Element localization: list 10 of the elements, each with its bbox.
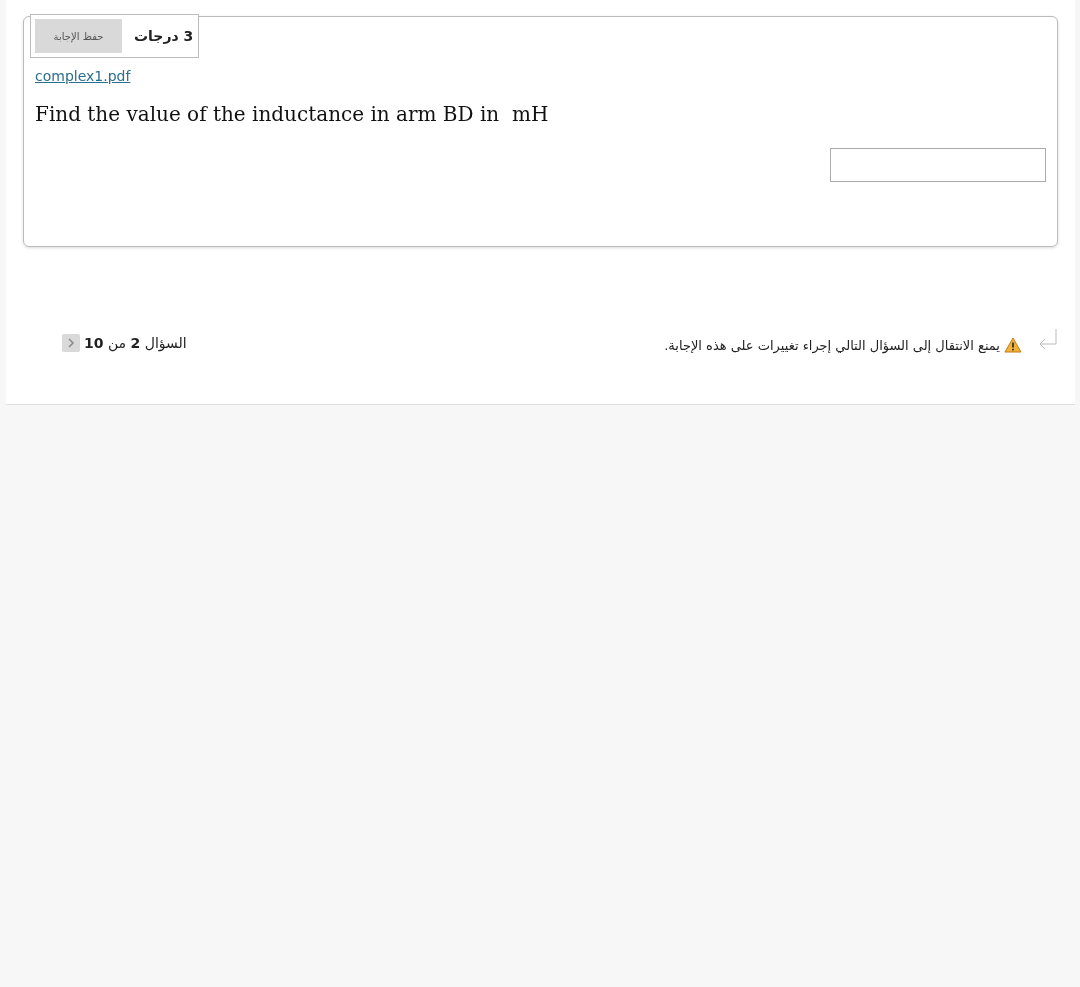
attachment-link[interactable]: complex1.pdf (35, 68, 131, 84)
save-answer-button[interactable]: حفظ الإجابة (35, 19, 122, 53)
points-label: 3 درجات (134, 28, 194, 44)
next-button[interactable] (62, 334, 80, 352)
warning-text: يمنع الانتقال إلى السؤال التالي إجراء تغييرات على هذه الإجابة. (664, 337, 1000, 353)
return-arrow-icon (1038, 328, 1058, 350)
chevron-right-icon (67, 338, 75, 348)
question-text: Find the value of the inductance in arm BD in mH (35, 102, 550, 126)
warning-icon (1004, 337, 1022, 353)
answer-field[interactable] (830, 148, 1046, 182)
